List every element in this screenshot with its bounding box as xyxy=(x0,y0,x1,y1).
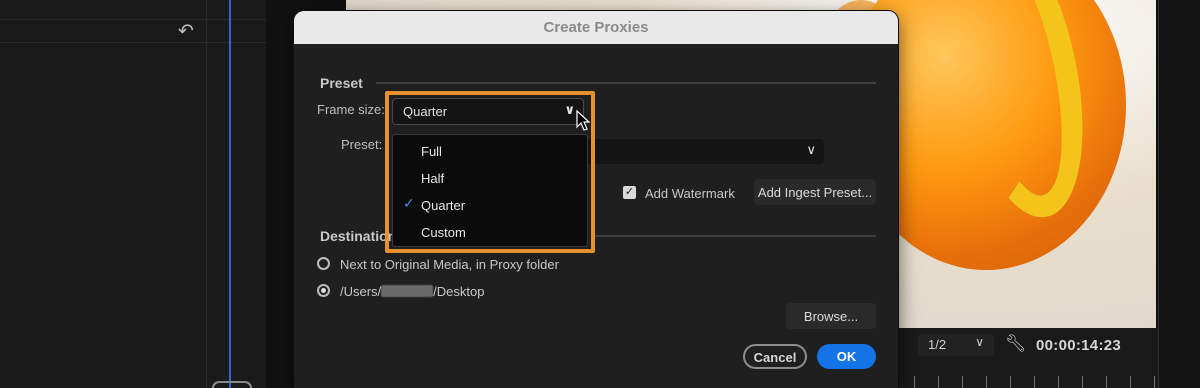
zoom-value: 1/2 xyxy=(928,337,947,352)
panel-gap xyxy=(266,0,296,388)
path-prefix: /Users/ xyxy=(340,284,382,299)
destination-section-rule xyxy=(592,235,876,237)
frame-size-value: Quarter xyxy=(403,104,448,119)
mouse-cursor-icon xyxy=(576,110,590,131)
menu-item-label: Custom xyxy=(421,225,466,240)
destination-option-label: Next to Original Media, in Proxy folder xyxy=(340,257,559,272)
destination-radio-original[interactable] xyxy=(317,257,330,270)
scroll-handle[interactable] xyxy=(212,381,252,388)
add-watermark-checkbox[interactable]: ✓ xyxy=(623,186,636,199)
playhead-line[interactable] xyxy=(229,0,231,388)
menu-item-label: Half xyxy=(421,171,445,186)
zoom-select[interactable]: 1/2 ∨ xyxy=(918,334,994,356)
menu-item-label: Quarter xyxy=(421,198,466,213)
track-header-row xyxy=(0,19,266,43)
menu-item-label: Full xyxy=(421,144,442,159)
dialog-title: Create Proxies xyxy=(294,11,898,44)
menu-item-quarter[interactable]: ✓ Quarter xyxy=(393,192,589,216)
menu-item-custom[interactable]: Custom xyxy=(393,219,589,243)
checkmark-icon: ✓ xyxy=(403,196,415,212)
timeline-panel: ↶ xyxy=(0,0,266,388)
chevron-down-icon: ∨ xyxy=(806,142,816,157)
timecode-display[interactable]: 00:00:14:23 xyxy=(1036,337,1121,354)
menu-item-full[interactable]: Full xyxy=(393,138,589,162)
frame-size-label: Frame size: xyxy=(317,102,385,117)
cancel-button[interactable]: Cancel xyxy=(743,344,807,369)
preset-section-label: Preset xyxy=(320,75,363,91)
preset-section-rule xyxy=(376,82,876,84)
preset-label: Preset: xyxy=(341,137,383,152)
time-ruler[interactable] xyxy=(914,376,1158,388)
wrench-icon[interactable]: 🔧︎ xyxy=(1005,334,1027,354)
panel-divider xyxy=(206,0,207,388)
browse-button[interactable]: Browse... xyxy=(786,303,876,329)
destination-path-label: /Users/ /Desktop xyxy=(340,284,484,299)
chevron-down-icon: ∨ xyxy=(975,335,984,349)
add-watermark-label: Add Watermark xyxy=(645,186,735,201)
frame-size-menu: Full Half ✓ Quarter Custom xyxy=(392,134,588,247)
redacted-username xyxy=(381,285,434,297)
add-ingest-preset-button[interactable]: Add Ingest Preset... xyxy=(754,179,876,205)
path-suffix: /Desktop xyxy=(433,284,485,299)
undo-icon[interactable]: ↶ xyxy=(178,20,194,42)
chevron-down-icon: ∨ xyxy=(564,102,575,117)
frame-size-select-open[interactable]: Quarter ∨ xyxy=(392,98,584,125)
ok-button[interactable]: OK xyxy=(817,344,876,369)
menu-item-half[interactable]: Half xyxy=(393,165,589,189)
destination-radio-custom[interactable] xyxy=(317,284,330,297)
right-edge-panel xyxy=(1158,0,1200,388)
